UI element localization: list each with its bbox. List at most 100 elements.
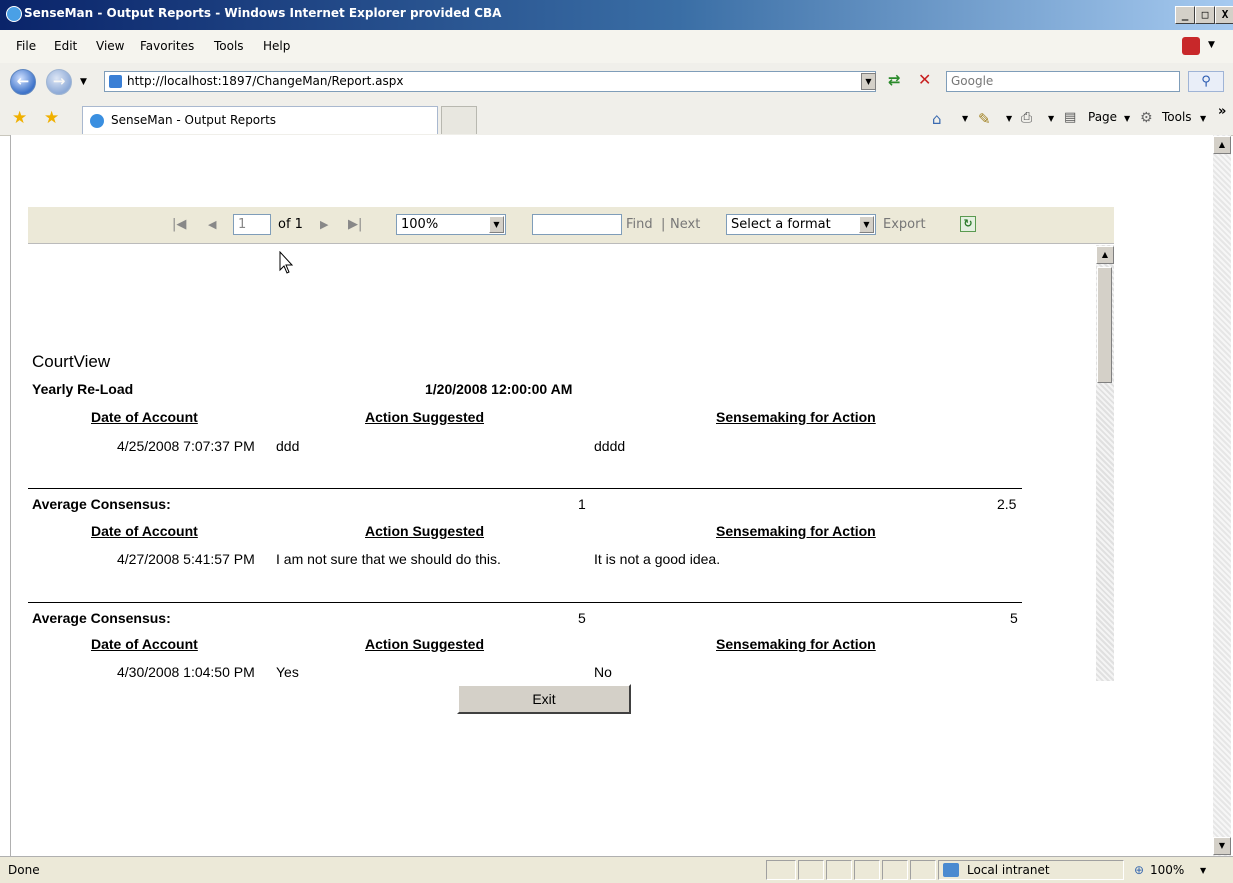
consensus-value-2: 2.5 <box>997 496 1017 512</box>
internet-explorer-icon <box>6 6 22 22</box>
report-viewer: CourtView Yearly Re-Load 1/20/2008 12:00… <box>28 245 1096 681</box>
report-vertical-scrollbar[interactable]: ▲ <box>1096 245 1114 681</box>
col-header-date: Date of Account <box>91 409 198 425</box>
chevron-down-icon[interactable]: ▼ <box>1208 40 1215 50</box>
next-link[interactable]: Next <box>670 217 700 232</box>
report-title: Yearly Re-Load <box>32 381 134 397</box>
col-header-action: Action Suggested <box>365 523 485 539</box>
gear-icon[interactable]: ⚙ <box>1140 110 1153 126</box>
zoom-dropdown-icon[interactable]: ▼ <box>1200 866 1206 875</box>
zoom-select[interactable]: 100% ▼ <box>396 214 506 235</box>
favorites-star-icon[interactable]: ★ <box>12 108 27 128</box>
format-dropdown-icon[interactable]: ▼ <box>859 216 874 233</box>
report-scroll-up-button[interactable]: ▲ <box>1096 246 1114 264</box>
search-input[interactable]: Google <box>946 71 1180 92</box>
address-dropdown-button[interactable]: ▼ <box>861 73 876 90</box>
tools-dropdown-icon[interactable]: ▼ <box>1200 114 1206 123</box>
menu-help[interactable]: Help <box>263 39 290 53</box>
refresh-report-icon[interactable]: ↻ <box>960 216 976 232</box>
page-current: 1 <box>238 217 247 232</box>
print-dropdown-icon[interactable]: ▼ <box>1048 114 1054 123</box>
address-input[interactable]: http://localhost:1897/ChangeMan/Report.a… <box>104 71 876 92</box>
search-placeholder: Google <box>951 74 994 88</box>
zoom-dropdown-icon[interactable]: ▼ <box>489 216 504 233</box>
feeds-dropdown-icon[interactable]: ▼ <box>1006 114 1012 123</box>
browser-vertical-scrollbar[interactable]: ▲ ▼ <box>1213 135 1231 856</box>
status-panel <box>910 860 936 880</box>
export-link[interactable]: Export <box>883 217 926 232</box>
local-intranet-icon <box>943 863 959 877</box>
report-date: 1/20/2008 12:00:00 AM <box>425 381 573 397</box>
address-url: http://localhost:1897/ChangeMan/Report.a… <box>127 74 404 88</box>
find-separator: | <box>661 217 666 232</box>
maximize-button[interactable]: □ <box>1195 6 1215 24</box>
col-header-date: Date of Account <box>91 636 198 652</box>
page-number-input[interactable]: 1 <box>233 214 271 235</box>
exit-button[interactable]: Exit <box>457 684 631 714</box>
col-header-date: Date of Account <box>91 523 198 539</box>
find-input[interactable] <box>532 214 622 235</box>
menu-edit[interactable]: Edit <box>54 39 77 53</box>
last-page-icon[interactable]: ▶| <box>348 217 362 232</box>
consensus-value-2: 5 <box>1010 610 1018 626</box>
menu-tools[interactable]: Tools <box>214 39 244 53</box>
menu-favorites[interactable]: Favorites <box>140 39 194 53</box>
home-icon[interactable]: ⌂ <box>932 110 942 128</box>
tab-ie-icon <box>90 114 104 128</box>
refresh-icon[interactable]: ⇄ <box>888 71 901 89</box>
chevron-more-icon[interactable]: » <box>1218 104 1226 119</box>
add-favorite-icon[interactable]: ★ <box>44 108 59 128</box>
col-header-action: Action Suggested <box>365 636 485 652</box>
back-button[interactable]: ← <box>10 69 36 95</box>
previous-page-icon[interactable]: ◀ <box>208 218 216 231</box>
row-date: 4/25/2008 7:07:37 PM <box>117 438 255 454</box>
status-zoom[interactable]: 100% <box>1150 863 1184 877</box>
mouse-cursor-icon <box>279 251 294 274</box>
tools-menu-label[interactable]: Tools <box>1162 110 1192 124</box>
consensus-label: Average Consensus: <box>32 496 171 512</box>
col-header-sensemaking: Sensemaking for Action <box>716 636 876 652</box>
export-format-select[interactable]: Select a format ▼ <box>726 214 876 235</box>
minimize-button[interactable]: _ <box>1175 6 1195 24</box>
consensus-value-1: 5 <box>578 610 586 626</box>
home-dropdown-icon[interactable]: ▼ <box>962 114 968 123</box>
row-action: I am not sure that we should do this. <box>276 551 501 567</box>
menu-view[interactable]: View <box>96 39 124 53</box>
group-divider <box>28 602 1022 603</box>
stop-icon[interactable]: ✕ <box>918 70 931 89</box>
status-text: Done <box>8 863 40 877</box>
close-button[interactable]: X <box>1215 6 1233 24</box>
zone-panel: Local intranet <box>938 860 1124 880</box>
page-menu-label[interactable]: Page <box>1088 110 1117 124</box>
consensus-label: Average Consensus: <box>32 610 171 626</box>
first-page-icon[interactable]: |◀ <box>172 217 186 232</box>
col-header-action: Action Suggested <box>365 409 485 425</box>
window-title-bar: SenseMan - Output Reports - Windows Inte… <box>0 0 1233 30</box>
row-sensemaking: It is not a good idea. <box>594 551 721 567</box>
scroll-up-button[interactable]: ▲ <box>1213 136 1231 154</box>
history-dropdown-icon[interactable]: ▼ <box>80 77 87 87</box>
menu-file[interactable]: File <box>16 39 36 53</box>
new-tab-button[interactable] <box>441 106 477 134</box>
forward-button[interactable]: → <box>46 69 72 95</box>
report-scroll-thumb[interactable] <box>1097 267 1112 383</box>
col-header-sensemaking: Sensemaking for Action <box>716 409 876 425</box>
print-icon[interactable]: ⎙ <box>1021 110 1032 126</box>
feeds-pen-icon[interactable]: ✎ <box>978 110 991 128</box>
page-menu-icon[interactable]: ▤ <box>1064 110 1076 125</box>
window-title: SenseMan - Output Reports - Windows Inte… <box>24 6 502 20</box>
row-date: 4/30/2008 1:04:50 PM <box>117 664 255 680</box>
zoom-icon[interactable]: ⊕ <box>1134 863 1144 877</box>
status-bar: Done Local intranet ⊕ 100% ▼ <box>0 856 1233 883</box>
status-panel <box>826 860 852 880</box>
pdf-tool-icon[interactable] <box>1182 37 1200 55</box>
scroll-down-button[interactable]: ▼ <box>1213 837 1231 855</box>
search-icon[interactable]: ⚲ <box>1188 71 1224 92</box>
tab-bar: ★ ★ SenseMan - Output Reports ⌂ ▼ ✎ ▼ ⎙ … <box>0 101 1233 136</box>
tab-senseman-output-reports[interactable]: SenseMan - Output Reports <box>82 106 438 134</box>
next-page-icon[interactable]: ▶ <box>320 218 328 231</box>
find-link[interactable]: Find <box>626 217 653 232</box>
group-divider <box>28 488 1022 489</box>
address-bar: ← → ▼ http://localhost:1897/ChangeMan/Re… <box>0 63 1233 101</box>
page-dropdown-icon[interactable]: ▼ <box>1124 114 1130 123</box>
